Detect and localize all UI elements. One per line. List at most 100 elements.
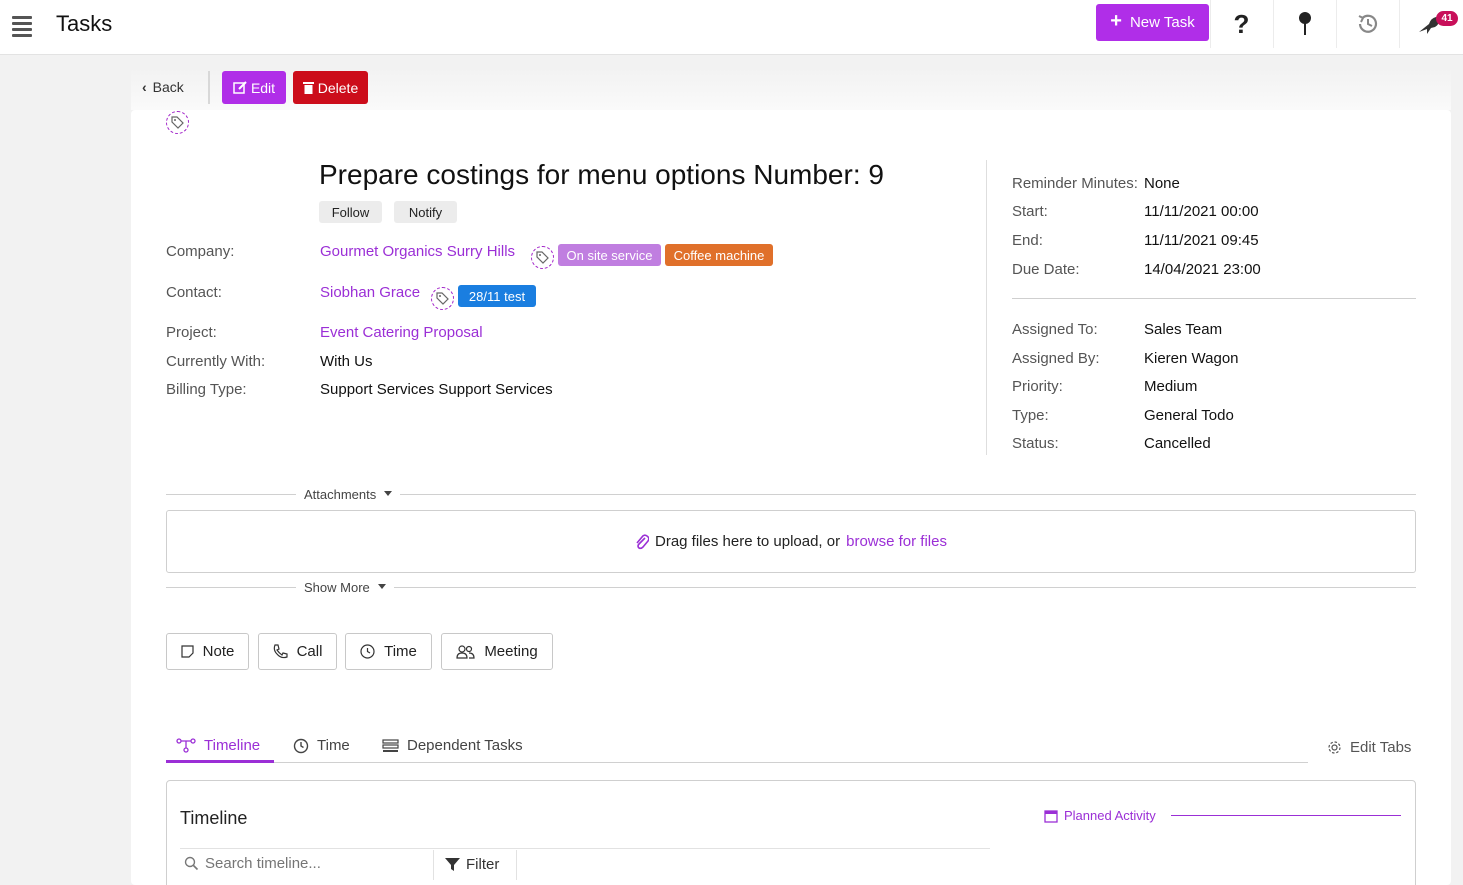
paperclip-icon	[636, 533, 649, 549]
tab-timeline[interactable]: Timeline	[176, 737, 260, 754]
filter-icon	[445, 858, 460, 871]
tag-icon	[536, 251, 549, 264]
add-tag-button[interactable]	[166, 111, 189, 134]
edit-button[interactable]: Edit	[222, 71, 286, 104]
calendar-icon	[1044, 809, 1058, 823]
new-task-button[interactable]: + New Task	[1096, 4, 1209, 41]
gear-icon	[1328, 741, 1341, 754]
due-date-label: Due Date:	[1012, 261, 1080, 278]
contact-add-tag-button[interactable]	[431, 287, 454, 310]
assigned-to-value: Sales Team	[1144, 321, 1223, 338]
back-link[interactable]: ‹ Back	[142, 79, 184, 95]
priority-value: Medium	[1144, 378, 1198, 395]
note-button[interactable]: Note	[166, 633, 249, 670]
phone-icon	[273, 644, 288, 659]
tab-time-label: Time	[317, 737, 350, 754]
billing-type-label: Billing Type:	[166, 381, 247, 398]
end-label: End:	[1012, 232, 1043, 249]
timeline-search-input[interactable]	[205, 855, 425, 872]
call-button[interactable]: Call	[258, 633, 337, 670]
tag-coffee-machine[interactable]: Coffee machine	[665, 244, 773, 266]
company-add-tag-button[interactable]	[531, 246, 554, 269]
follow-button[interactable]: Follow	[319, 201, 382, 223]
planned-activity-link[interactable]: Planned Activity	[1044, 808, 1156, 823]
file-dropzone[interactable]: Drag files here to upload, or browse for…	[166, 510, 1416, 573]
call-label: Call	[296, 643, 323, 660]
meeting-button[interactable]: Meeting	[441, 633, 553, 670]
tab-baseline	[166, 762, 1308, 763]
tab-dependent-tasks-label: Dependent Tasks	[407, 737, 523, 754]
tab-time[interactable]: Time	[293, 737, 350, 754]
edit-label: Edit	[250, 79, 276, 96]
edit-tabs-button[interactable]: Edit Tabs	[1327, 739, 1411, 756]
currently-with-label: Currently With:	[166, 353, 266, 370]
filter-label: Filter	[466, 856, 500, 873]
tag-on-site-service[interactable]: On site service	[558, 244, 661, 266]
delete-button[interactable]: Delete	[293, 71, 368, 104]
page-title: Tasks	[56, 11, 113, 36]
assigned-to-label: Assigned To:	[1012, 321, 1098, 338]
notify-button[interactable]: Notify	[394, 201, 457, 223]
project-link[interactable]: Event Catering Proposal	[320, 324, 483, 341]
tag-28-11-test[interactable]: 28/11 test	[458, 285, 536, 307]
note-icon	[181, 645, 194, 658]
history-button[interactable]	[1336, 0, 1398, 48]
show-more-toggle[interactable]: Show More	[296, 580, 394, 595]
billing-type-value: Support Services Support Services	[320, 381, 553, 398]
timeline-heading: Timeline	[180, 808, 248, 828]
reminder-value: None	[1144, 175, 1180, 192]
priority-label: Priority:	[1012, 378, 1063, 395]
pin-icon	[1298, 12, 1311, 35]
note-label: Note	[202, 643, 235, 660]
tab-timeline-label: Timeline	[204, 737, 261, 754]
start-value: 11/11/2021 00:00	[1144, 203, 1259, 220]
list-icon	[382, 738, 399, 752]
show-more-label: Show More	[304, 580, 370, 595]
contact-label: Contact:	[166, 284, 222, 301]
edit-icon	[233, 81, 247, 94]
divider	[208, 71, 210, 104]
timeline-search-field[interactable]	[184, 855, 425, 872]
tab-dependent-tasks[interactable]: Dependent Tasks	[382, 737, 523, 754]
delete-label: Delete	[317, 79, 359, 96]
back-label: Back	[152, 79, 184, 95]
type-value: General Todo	[1144, 407, 1234, 424]
reminder-label: Reminder Minutes:	[1012, 175, 1138, 192]
browse-files-link[interactable]: browse for files	[846, 533, 947, 550]
attachments-toggle[interactable]: Attachments	[296, 487, 401, 502]
help-icon: ?	[1233, 8, 1250, 39]
horizontal-divider	[1012, 298, 1416, 299]
planned-activity-line	[1171, 815, 1401, 816]
help-button[interactable]: ?	[1210, 0, 1272, 48]
menu-icon[interactable]	[12, 16, 32, 37]
clock-icon	[360, 644, 375, 659]
search-icon	[184, 856, 199, 871]
dropzone-text: Drag files here to upload, or	[655, 533, 841, 550]
timeline-icon	[176, 738, 196, 753]
company-label: Company:	[166, 243, 235, 260]
end-value: 11/11/2021 09:45	[1144, 232, 1259, 249]
notification-count-badge: 41	[1436, 11, 1458, 26]
clock-icon	[293, 738, 309, 753]
planned-activity-label: Planned Activity	[1064, 808, 1156, 823]
contact-link[interactable]: Siobhan Grace	[320, 284, 420, 301]
meeting-label: Meeting	[484, 643, 538, 660]
start-label: Start:	[1012, 203, 1048, 220]
trash-icon	[302, 82, 314, 94]
filter-button[interactable]: Filter	[445, 856, 499, 873]
time-label: Time	[384, 643, 417, 660]
time-button[interactable]: Time	[345, 633, 432, 670]
vertical-divider	[986, 160, 987, 455]
status-label: Status:	[1012, 435, 1059, 452]
plus-icon: +	[1110, 10, 1122, 32]
tag-icon	[171, 116, 184, 129]
people-icon	[456, 644, 475, 659]
caret-down-icon	[384, 490, 393, 496]
chevron-left-icon: ‹	[142, 79, 147, 95]
status-value: Cancelled	[1144, 435, 1211, 452]
pin-button[interactable]	[1273, 0, 1335, 48]
company-link[interactable]: Gourmet Organics Surry Hills	[320, 243, 515, 260]
new-task-label: New Task	[1129, 14, 1195, 31]
top-bar: Tasks + New Task ? 41	[0, 0, 1463, 55]
active-tab-indicator	[166, 760, 274, 763]
